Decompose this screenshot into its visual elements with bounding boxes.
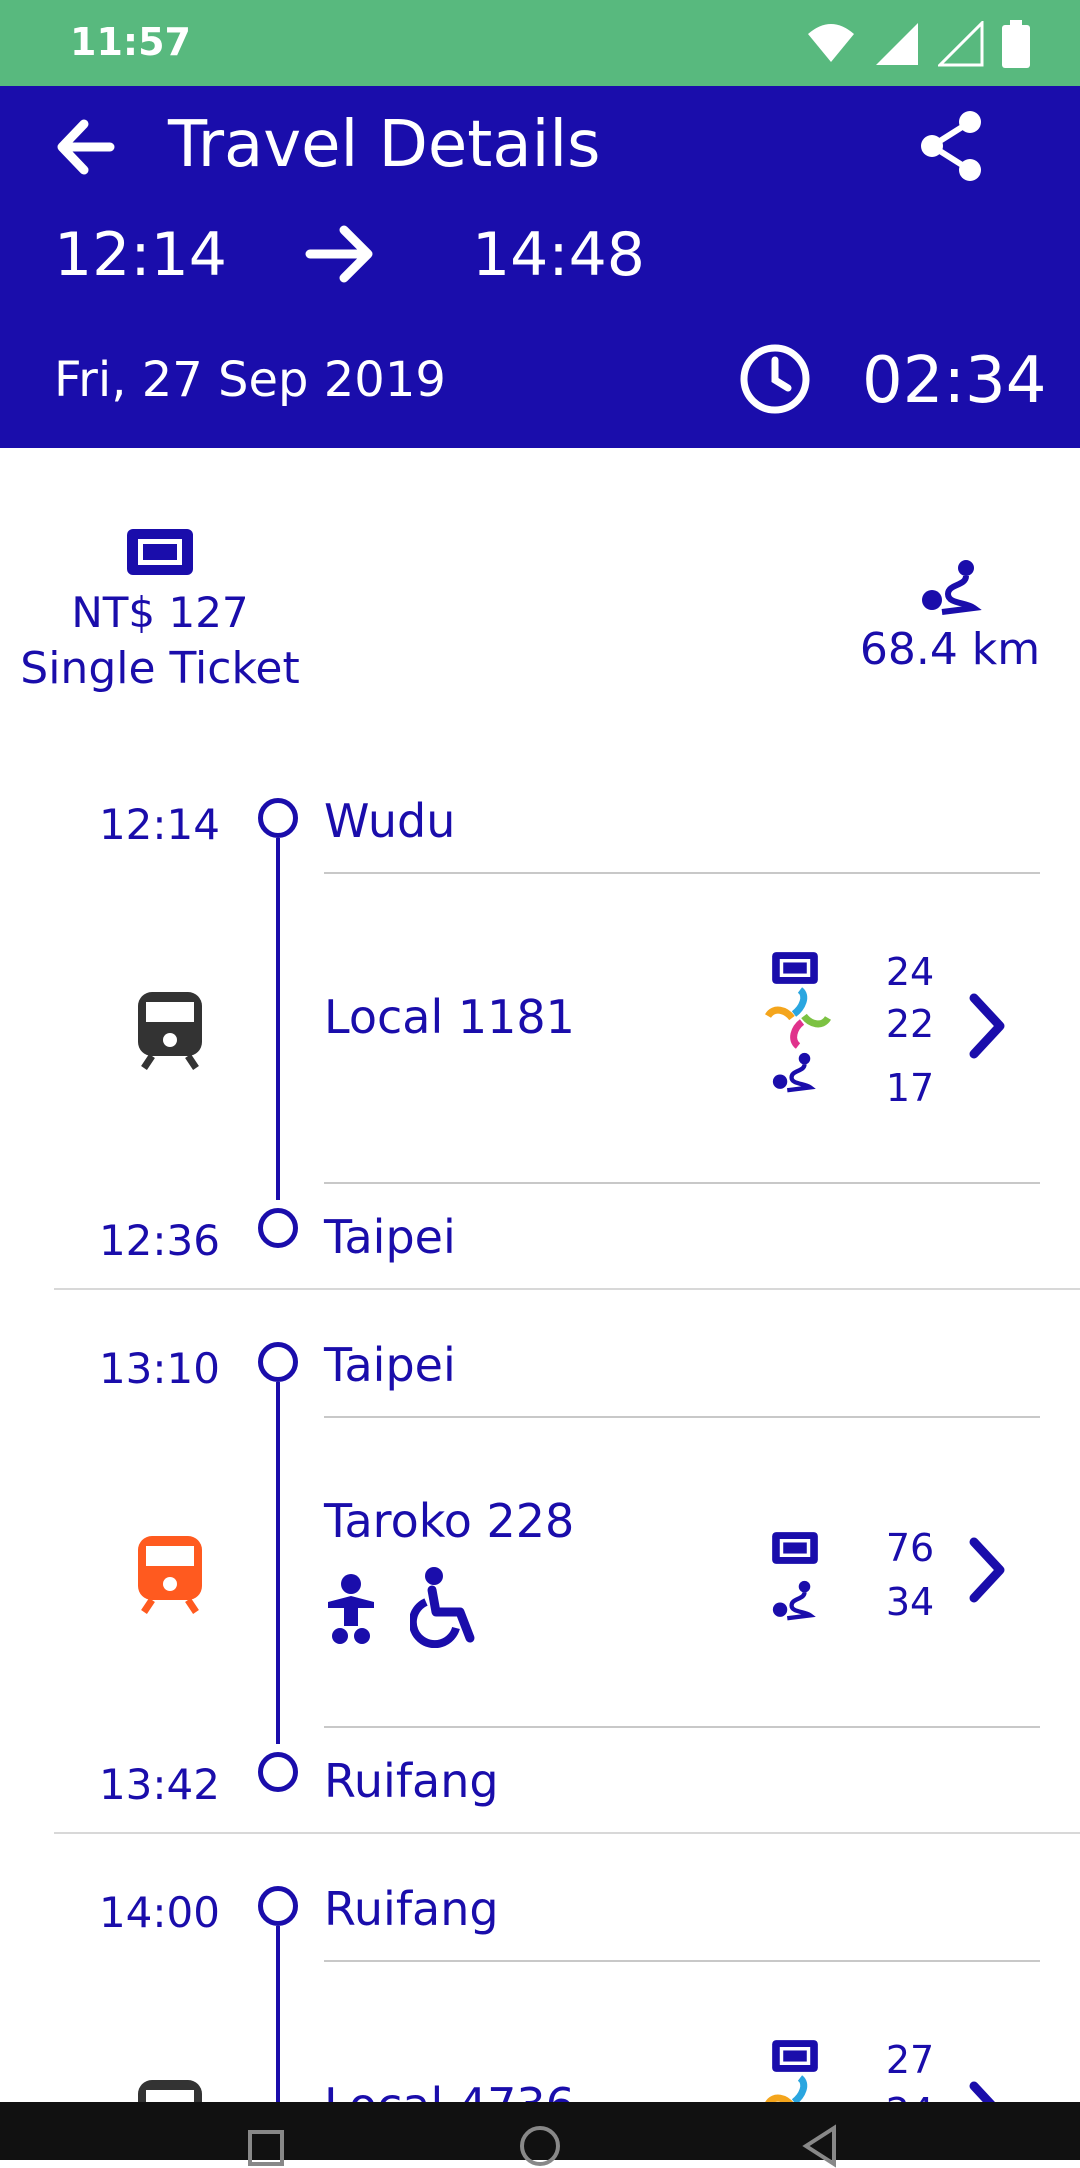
navigation-bar (0, 2102, 1080, 2168)
chevron-right-icon[interactable] (956, 1530, 1016, 1610)
baby-care-icon (328, 1574, 374, 1644)
recent-apps-icon[interactable] (246, 2128, 286, 2168)
train-name[interactable]: Taroko 228 (324, 1494, 574, 1548)
chevron-right-icon[interactable] (956, 986, 1016, 1066)
signal-empty-icon (938, 21, 984, 67)
ticket-price: NT$ 127 (71, 588, 249, 637)
stop-marker (258, 1342, 298, 1382)
train-icon (138, 1536, 202, 1614)
stop-time: 13:42 (98, 1760, 220, 1809)
divider (324, 1960, 1040, 1962)
status-time: 11:57 (70, 20, 191, 64)
departure-time: 12:14 (54, 220, 227, 290)
clock-icon (740, 344, 810, 414)
number-value: 24 (885, 950, 935, 994)
route-line (276, 1926, 280, 2126)
status-bar: 11:57 (0, 0, 1080, 86)
back-nav-icon[interactable] (800, 2124, 840, 2168)
ticket-icon (772, 952, 818, 984)
ticket-icon (772, 1532, 818, 1564)
ticket-type: Single Ticket (20, 643, 300, 694)
right-arrow-icon (305, 225, 373, 283)
train-icon (138, 992, 202, 1070)
wifi-icon (808, 24, 854, 62)
stop-name: Ruifang (324, 1882, 499, 1936)
duration: 02:34 (862, 344, 1047, 418)
route-line (276, 1382, 280, 1744)
segment-divider (54, 1832, 1080, 1834)
ticket-summary: NT$ 127 Single Ticket (0, 526, 320, 694)
stop-marker (258, 1208, 298, 1248)
battery-icon (1002, 20, 1030, 68)
segment-divider (54, 1288, 1080, 1290)
stop-name: Taipei (324, 1210, 456, 1264)
divider (324, 1726, 1040, 1728)
route-icon (922, 560, 982, 615)
stop-marker (258, 1752, 298, 1792)
distance-value: 68.4 km (859, 624, 1041, 675)
stop-marker (258, 798, 298, 838)
divider (324, 872, 1040, 874)
train-name[interactable]: Local 1181 (324, 990, 575, 1044)
distance-summary: 68.4 km (840, 556, 1060, 675)
number-value: 22 (885, 1002, 935, 1046)
stop-time: 13:10 (98, 1344, 220, 1393)
page-title: Travel Details (168, 108, 601, 182)
number-value: 76 (885, 1526, 935, 1570)
stop-name: Wudu (324, 794, 456, 848)
back-arrow-icon[interactable] (50, 112, 120, 182)
arrival-time: 14:48 (472, 220, 645, 290)
segment-icons (770, 1530, 826, 1624)
divider (324, 1182, 1040, 1184)
number-value: 17 (885, 1066, 935, 1110)
card-logo-icon (765, 987, 831, 1049)
ticket-icon (772, 2040, 818, 2072)
ticket-icon (127, 529, 193, 575)
home-icon[interactable] (518, 2124, 562, 2168)
wheelchair-icon (410, 1567, 475, 1648)
route-icon (772, 1052, 816, 1093)
signal-icon (876, 23, 918, 65)
status-icons (806, 20, 1030, 68)
segment-numbers: 76 34 (880, 1526, 940, 1624)
route-icon (772, 1580, 816, 1621)
stop-time: 12:14 (98, 800, 220, 849)
travel-header: Travel Details 12:14 14:48 Fri, 27 Sep 2… (0, 86, 1080, 448)
stop-time: 12:36 (98, 1216, 220, 1265)
divider (324, 1416, 1040, 1418)
segment-icons (765, 950, 831, 1096)
travel-date: Fri, 27 Sep 2019 (54, 352, 446, 408)
number-value: 27 (885, 2038, 935, 2082)
share-icon[interactable] (914, 108, 990, 184)
stop-time: 14:00 (98, 1888, 220, 1937)
segment-numbers: 24 22 17 (880, 950, 940, 1110)
number-value: 34 (885, 1580, 935, 1624)
route-line (276, 838, 280, 1200)
stop-name: Ruifang (324, 1754, 499, 1808)
stop-name: Taipei (324, 1338, 456, 1392)
stop-marker (258, 1886, 298, 1926)
